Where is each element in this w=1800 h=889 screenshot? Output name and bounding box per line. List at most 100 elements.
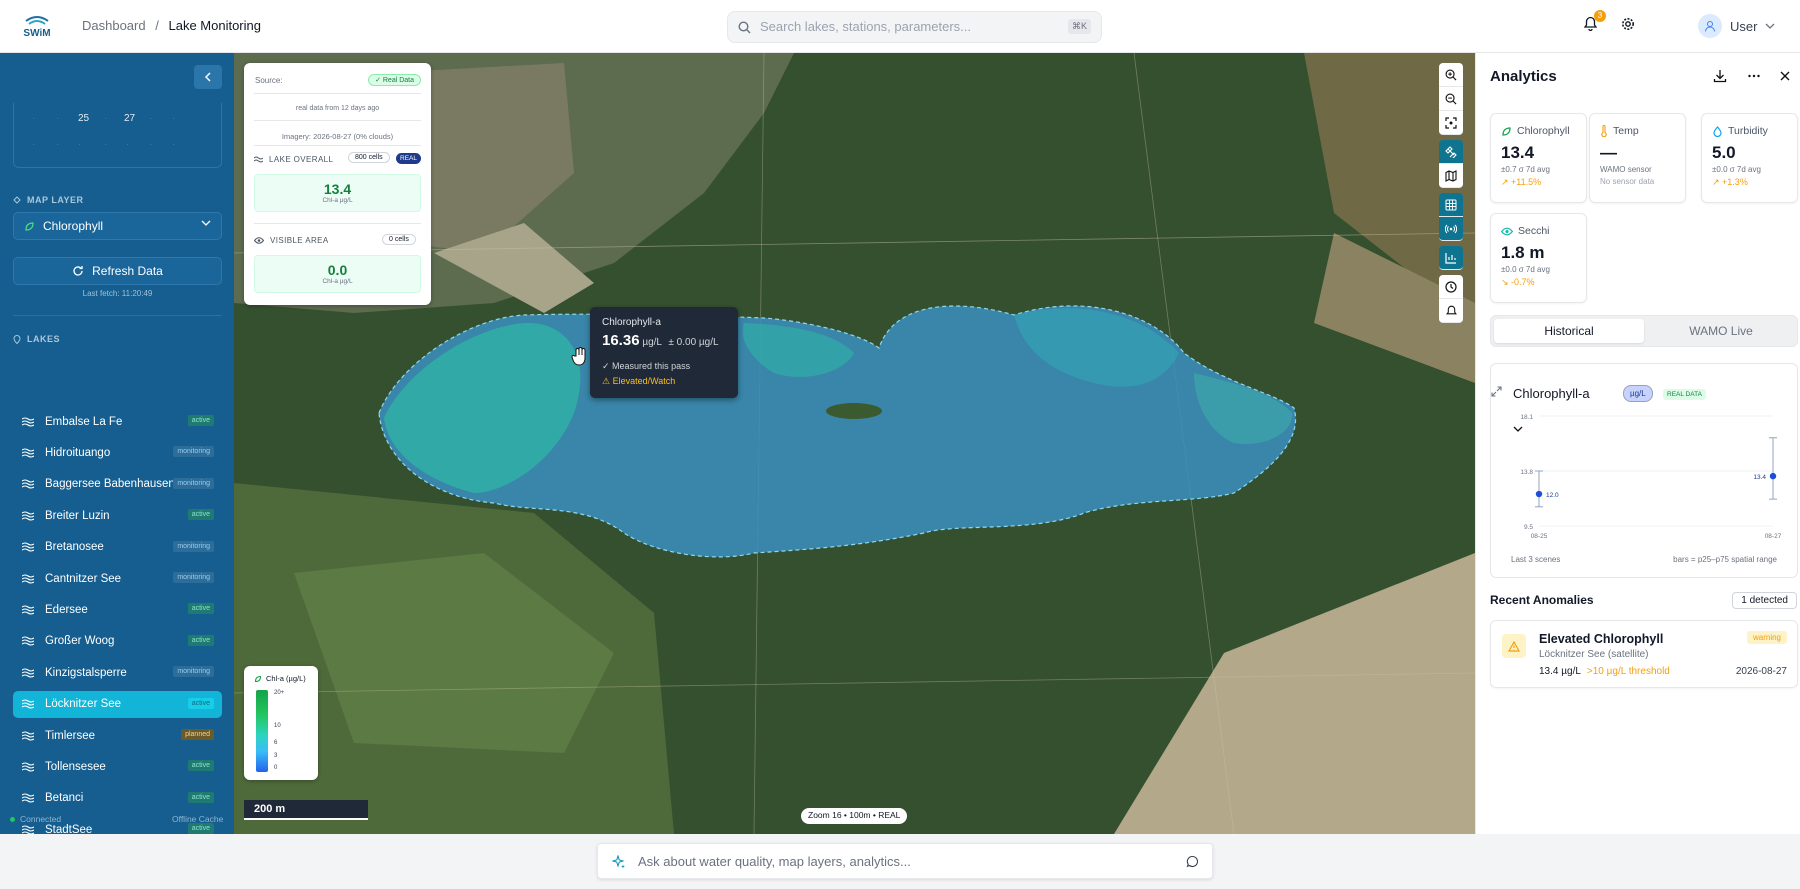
metric-sub: ±0.0 σ 7d avg bbox=[1712, 165, 1761, 174]
data-label: 12.0 bbox=[1546, 492, 1559, 499]
metric-card-secchi[interactable]: Secchi 1.8 m ±0.0 σ 7d avg ↘ -0.7% bbox=[1490, 213, 1587, 303]
data-source-tabs: Historical WAMO Live bbox=[1490, 315, 1798, 347]
lake-item[interactable]: Timlersee planned bbox=[13, 722, 222, 749]
analytics-toggle-button[interactable] bbox=[1439, 246, 1463, 270]
calendar-day[interactable]: 27 bbox=[124, 113, 135, 124]
lake-item[interactable]: Cantnitzer See monitoring bbox=[13, 565, 222, 592]
waves-icon bbox=[254, 156, 263, 163]
pin-icon bbox=[13, 334, 21, 344]
calendar-day[interactable]: 25 bbox=[78, 113, 89, 124]
grid-layer-button[interactable] bbox=[1439, 193, 1463, 217]
history-button[interactable] bbox=[1439, 275, 1463, 299]
refresh-data-button[interactable]: Refresh Data bbox=[13, 257, 222, 285]
waves-icon bbox=[22, 762, 36, 772]
map-layer-heading: MAP LAYER bbox=[13, 195, 84, 205]
map-layer-select[interactable]: Chlorophyll bbox=[13, 212, 222, 240]
metric-card-turbidity[interactable]: Turbidity 5.0 ±0.0 σ 7d avg ↗ +1.3% bbox=[1701, 113, 1798, 203]
satellite-layer-button[interactable] bbox=[1439, 140, 1463, 164]
real-data-badge: ✓ Real Data bbox=[368, 74, 421, 86]
lakes-heading: LAKES bbox=[13, 334, 60, 344]
assistant-bar-area bbox=[0, 834, 1800, 889]
droplet-icon bbox=[1713, 125, 1722, 137]
tab-wamo-live[interactable]: WAMO Live bbox=[1646, 319, 1796, 343]
close-icon[interactable] bbox=[1778, 69, 1792, 83]
map-tooltip: Chlorophyll-a 16.36 µg/L ± 0.00 µg/L ✓ M… bbox=[590, 307, 738, 398]
waves-icon bbox=[22, 542, 36, 552]
map-legend: Chl-a (µg/L) 20+ 10 6 3 0 bbox=[244, 666, 318, 780]
lake-item[interactable]: Betanci active bbox=[13, 785, 222, 812]
user-icon bbox=[1705, 21, 1715, 32]
lake-item[interactable]: Löcknitzer See active bbox=[13, 690, 222, 718]
history-chart-card: Chlorophyll-a µg/L REAL DATA 9.5 13.8 18.1… bbox=[1490, 363, 1798, 578]
zoom-in-button[interactable] bbox=[1439, 63, 1463, 87]
lake-status-badge: active bbox=[187, 509, 214, 521]
metric-card-chlorophyll[interactable]: Chlorophyll 13.4 ±0.7 σ 7d avg ↗ +11.5% bbox=[1490, 113, 1587, 203]
sensor-stations-button[interactable] bbox=[1439, 217, 1463, 241]
severity-badge: warning bbox=[1746, 631, 1787, 644]
divider bbox=[254, 120, 421, 121]
search-bar[interactable]: ⌘K bbox=[727, 11, 1102, 43]
overall-cells: 800 cells bbox=[348, 152, 390, 163]
lakes-heading-text: LAKES bbox=[27, 334, 61, 344]
anomaly-card[interactable]: Elevated Chlorophyll Löcknitzer See (sat… bbox=[1490, 620, 1798, 688]
metric-trend-value: +1.3% bbox=[1722, 177, 1748, 187]
lake-item[interactable]: Bretanosee monitoring bbox=[13, 534, 222, 561]
x-tick-label: 08-25 bbox=[1531, 533, 1548, 540]
lake-item[interactable]: Tollensesee active bbox=[13, 753, 222, 780]
assistant-bar[interactable] bbox=[597, 843, 1213, 879]
lake-item[interactable]: Baggersee Babenhausen monitoring bbox=[13, 471, 222, 498]
user-menu[interactable]: User bbox=[1698, 12, 1775, 40]
lake-item[interactable]: Großer Woog active bbox=[13, 628, 222, 655]
tab-historical[interactable]: Historical bbox=[1494, 319, 1644, 343]
eye-icon bbox=[1501, 227, 1513, 235]
map-icon bbox=[1445, 169, 1457, 182]
lake-item[interactable]: Hidroituango monitoring bbox=[13, 439, 222, 466]
metric-trend: No sensor data bbox=[1600, 177, 1655, 186]
lake-overall-text: LAKE OVERALL bbox=[269, 155, 334, 164]
lake-status-badge: active bbox=[187, 634, 214, 646]
fit-bounds-button[interactable] bbox=[1439, 111, 1463, 135]
unit-badge[interactable]: µg/L bbox=[1623, 385, 1653, 402]
imagery-date: Imagery: 2026-08-27 (0% clouds) bbox=[281, 132, 394, 141]
notifications-button[interactable]: 3 bbox=[1583, 10, 1606, 36]
assistant-input[interactable] bbox=[638, 854, 1158, 869]
lake-name: Breiter Luzin bbox=[45, 509, 110, 522]
visible-area-label: VISIBLE AREA bbox=[254, 236, 329, 245]
search-input[interactable] bbox=[760, 19, 1060, 34]
lake-status-badge: monitoring bbox=[173, 572, 214, 583]
lake-status-badge: planned bbox=[181, 729, 214, 740]
metric-value: 1.8 m bbox=[1501, 243, 1545, 262]
zoom-out-button[interactable] bbox=[1439, 87, 1463, 111]
data-label: 13.4 bbox=[1753, 474, 1766, 481]
metric-card-temp[interactable]: Temp — WAMO sensor No sensor data bbox=[1589, 113, 1686, 203]
expand-icon[interactable] bbox=[1491, 386, 1502, 397]
download-icon[interactable] bbox=[1713, 69, 1727, 83]
breadcrumb-dashboard[interactable]: Dashboard bbox=[82, 18, 146, 33]
lake-status-badge: monitoring bbox=[173, 666, 214, 678]
lake-status-badge: active bbox=[187, 603, 214, 615]
map-scale: 200 m bbox=[244, 800, 368, 820]
chat-icon[interactable] bbox=[1186, 855, 1199, 868]
collapse-sidebar-button[interactable] bbox=[194, 65, 222, 89]
legend-tick: 20+ bbox=[274, 690, 285, 696]
sidebar: · · 25 · 27 · · · · · · · · · MAP LAYER Chloroph… bbox=[0, 53, 234, 836]
lake-item[interactable]: Edersee active bbox=[13, 596, 222, 623]
legend-title-row: Chl-a (µg/L) bbox=[254, 674, 306, 683]
offline-cache-link[interactable]: Offline Cache bbox=[172, 814, 223, 824]
more-options-icon[interactable] bbox=[1747, 69, 1761, 83]
real-badge: REAL bbox=[396, 153, 421, 164]
map-view-button[interactable] bbox=[1439, 164, 1463, 188]
swim-logo[interactable]: SWiM bbox=[20, 13, 54, 39]
chart-parameter-select[interactable]: Chlorophyll-a bbox=[1513, 386, 1590, 432]
lake-status-badge: monitoring bbox=[173, 446, 214, 458]
leaf-icon bbox=[25, 221, 34, 231]
lake-overall-label: LAKE OVERALL bbox=[254, 155, 333, 164]
svg-text:SWiM: SWiM bbox=[23, 28, 50, 39]
lake-item[interactable]: Breiter Luzin active bbox=[13, 502, 222, 529]
lake-item[interactable]: Embalse La Fe active bbox=[13, 408, 222, 435]
visible-unit: Chl-a µg/L bbox=[322, 278, 353, 285]
alerts-button[interactable] bbox=[1439, 299, 1463, 323]
lake-item[interactable]: Kinzigstalsperre monitoring bbox=[13, 659, 222, 686]
settings-button[interactable] bbox=[1621, 17, 1635, 36]
visible-area-text: VISIBLE AREA bbox=[270, 236, 329, 245]
